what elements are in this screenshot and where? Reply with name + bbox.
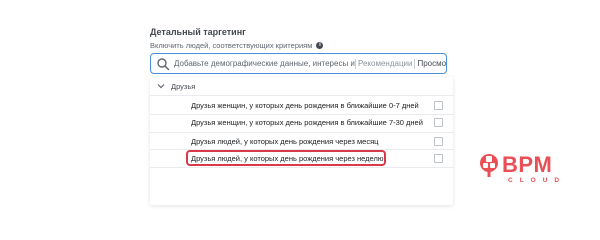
checkbox[interactable] bbox=[434, 153, 443, 163]
divider bbox=[150, 167, 453, 168]
category-label: Друзья bbox=[171, 81, 196, 91]
checkbox[interactable] bbox=[434, 117, 443, 127]
list-item-label: Друзья женщин, у которых день рождения в… bbox=[191, 100, 419, 110]
section-subtitle: Включить людей, соответствующих критерия… bbox=[150, 41, 324, 50]
search-input[interactable] bbox=[170, 55, 355, 72]
list-item-label: Друзья людей, у которых день рождения че… bbox=[191, 153, 384, 163]
search-icon bbox=[157, 57, 170, 70]
list-item[interactable]: Друзья женщин, у которых день рождения в… bbox=[150, 97, 453, 113]
checkbox[interactable] bbox=[434, 136, 443, 146]
search-box[interactable]: Рекомендации Просмотр bbox=[150, 53, 447, 74]
subtitle-text: Включить людей, соответствующих критерия… bbox=[150, 41, 313, 50]
logo-subtext: CLOUD bbox=[508, 177, 567, 184]
chevron-down-icon bbox=[157, 84, 165, 89]
category-header-friends[interactable]: Друзья bbox=[150, 77, 453, 95]
bpm-cloud-logo: BPM CLOUD bbox=[478, 152, 568, 191]
list-item-label: Друзья женщин, у которых день рождения в… bbox=[191, 117, 423, 127]
logo-mark-icon bbox=[480, 154, 498, 177]
logo-text: BPM bbox=[502, 152, 553, 177]
list-item[interactable]: Друзья женщин, у которых день рождения в… bbox=[150, 114, 453, 130]
recommendations-link[interactable]: Рекомендации bbox=[356, 59, 414, 68]
list-item-label: Друзья людей, у которых день рождения че… bbox=[191, 136, 379, 146]
suggestions-dropdown: Друзья Друзья женщин, у которых день рож… bbox=[150, 77, 453, 205]
list-item[interactable]: Друзья людей, у которых день рождения че… bbox=[150, 150, 453, 166]
list-item[interactable]: Друзья людей, у которых день рождения че… bbox=[150, 133, 453, 149]
browse-link[interactable]: Просмотр bbox=[415, 59, 446, 68]
checkbox[interactable] bbox=[434, 100, 443, 110]
divider bbox=[150, 95, 453, 96]
section-title: Детальный таргетинг bbox=[150, 27, 246, 37]
info-icon[interactable]: i bbox=[316, 42, 324, 49]
